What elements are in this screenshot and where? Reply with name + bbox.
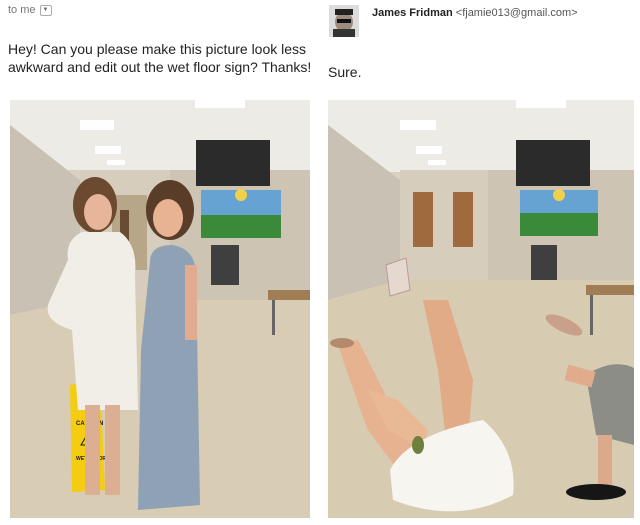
chevron-down-icon[interactable]: ▼ [39,4,52,16]
request-message: Hey! Can you please make this picture lo… [8,41,312,75]
pane-divider [319,0,323,525]
original-message-pane: to me ▼ Hey! Can you please make this pi… [0,0,318,525]
reply-message: Sure. [328,64,362,80]
to-me-text: to me [8,4,36,16]
recipient-label[interactable]: to me ▼ [8,4,52,16]
sender-name: James Fridman [372,7,453,19]
sender-email: <fjamie013@gmail.com> [455,7,578,19]
original-photo: CAUTION WET FLOOR [10,100,310,518]
edited-photo [328,100,634,518]
sender-line: James Fridman <fjamie013@gmail.com> [372,7,578,19]
avatar[interactable] [329,5,359,37]
reply-message-pane: James Fridman <fjamie013@gmail.com> Sure… [324,0,640,525]
